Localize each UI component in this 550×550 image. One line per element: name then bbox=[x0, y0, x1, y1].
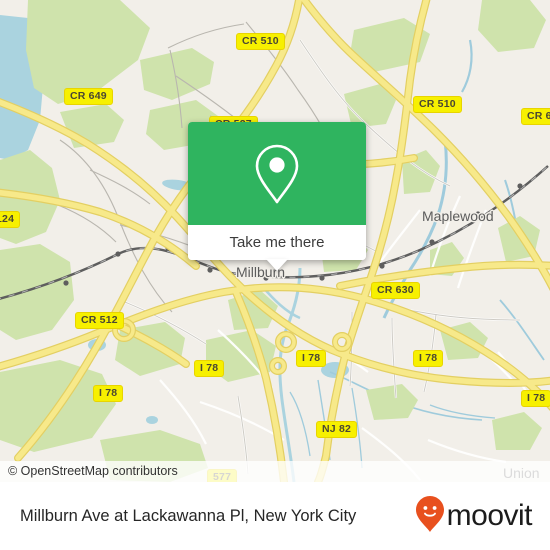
moovit-station-map-screen: CR 510 CR 649 CR 510 CR 6 CR 527 124 CR … bbox=[0, 0, 550, 550]
road-shield-label: NJ 82 bbox=[322, 423, 352, 435]
moovit-pin-smiley-icon bbox=[415, 495, 445, 538]
road-shield[interactable]: 124 bbox=[0, 211, 21, 228]
station-title: Millburn Ave at Lackawanna Pl, New York … bbox=[20, 506, 357, 525]
road-shield-label: CR 6 bbox=[527, 110, 550, 122]
road-shield-label: I 78 bbox=[302, 352, 321, 364]
map-attribution[interactable]: © OpenStreetMap contributors bbox=[0, 461, 550, 482]
moovit-wordmark: moovit bbox=[446, 499, 533, 532]
road-shield[interactable]: CR 512 bbox=[75, 312, 124, 329]
road-shield-label: I 78 bbox=[527, 392, 546, 404]
road-shield[interactable]: CR 6 bbox=[521, 108, 550, 125]
road-shield[interactable]: I 78 bbox=[93, 385, 124, 402]
road-shield-label: 124 bbox=[0, 213, 15, 225]
road-shield[interactable]: I 78 bbox=[521, 390, 550, 407]
road-shield[interactable]: NJ 82 bbox=[316, 421, 358, 438]
road-shield-label: CR 630 bbox=[377, 284, 414, 296]
road-shield[interactable]: CR 510 bbox=[413, 96, 462, 113]
road-shield-label: CR 510 bbox=[242, 35, 279, 47]
road-shield[interactable]: CR 510 bbox=[236, 33, 285, 50]
road-shield-label: CR 512 bbox=[81, 314, 118, 326]
road-shield[interactable]: CR 630 bbox=[371, 282, 420, 299]
road-shield-label: I 78 bbox=[419, 352, 438, 364]
road-shield[interactable]: I 78 bbox=[194, 360, 225, 377]
road-shield-label: CR 510 bbox=[419, 98, 456, 110]
road-shield[interactable]: I 78 bbox=[413, 350, 444, 367]
road-shield[interactable]: I 78 bbox=[296, 350, 327, 367]
road-shield-label: CR 649 bbox=[70, 90, 107, 102]
footer-bar: Millburn Ave at Lackawanna Pl, New York … bbox=[0, 482, 550, 550]
take-me-there-button[interactable]: Take me there bbox=[188, 225, 366, 260]
road-shield-label: I 78 bbox=[99, 387, 118, 399]
road-shield[interactable]: CR 649 bbox=[64, 88, 113, 105]
station-popup[interactable]: Take me there bbox=[188, 122, 366, 271]
popup-pointer bbox=[266, 259, 288, 271]
road-shield-label: I 78 bbox=[200, 362, 219, 374]
place-label-maplewood: Maplewood bbox=[422, 208, 494, 224]
map-pin-icon bbox=[254, 143, 300, 205]
moovit-logo[interactable]: moovit bbox=[415, 495, 533, 538]
popup-header bbox=[188, 122, 366, 225]
